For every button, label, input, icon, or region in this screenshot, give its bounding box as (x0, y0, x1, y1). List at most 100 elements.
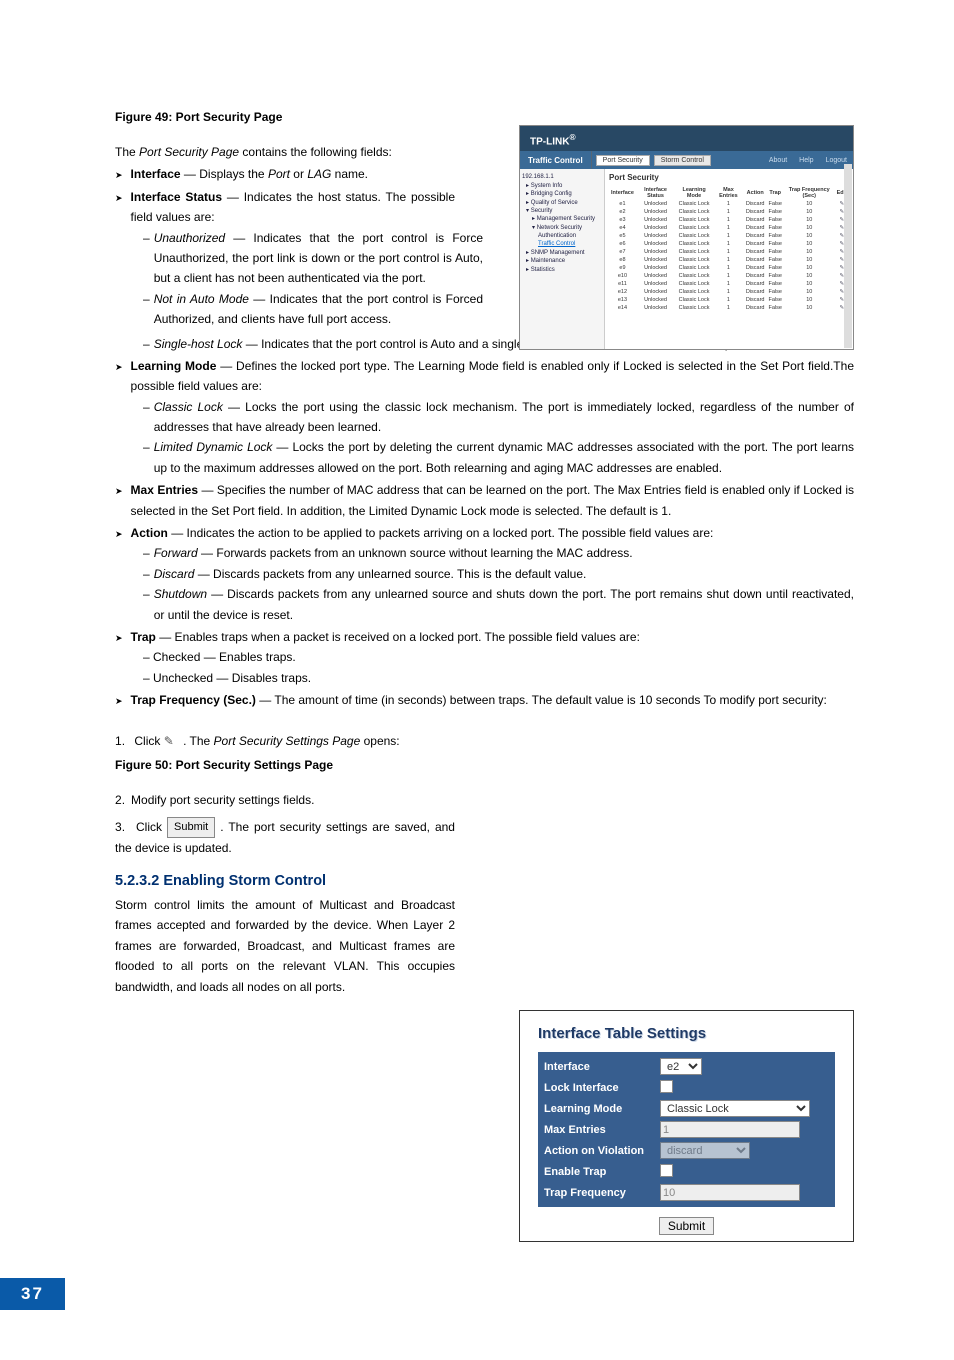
table-cell: 10 (784, 224, 835, 232)
shutdown-desc: — Discards packets from any unlearned so… (154, 587, 854, 621)
table-cell: e14 (609, 304, 636, 312)
table-cell: e12 (609, 288, 636, 296)
checkbox-enable-trap[interactable] (660, 1164, 673, 1177)
page-number: 37 (0, 1278, 65, 1310)
table-cell: 1 (713, 280, 744, 288)
port-security-table: InterfaceInterface StatusLearning ModeMa… (609, 186, 849, 312)
interface-desc: — Displays the Port or LAG name. (181, 167, 368, 181)
table-cell: Unlocked (636, 200, 675, 208)
screenshot-interface-table-settings: Interface Table Settings Interface e2 Lo… (519, 1010, 854, 1242)
panel-title: Port Security (609, 173, 849, 182)
dialog-title: Interface Table Settings (538, 1025, 835, 1042)
table-cell: Classic Lock (675, 232, 713, 240)
table-cell: Discard (744, 304, 767, 312)
label-lock-interface: Lock Interface (540, 1082, 660, 1094)
table-cell: Discard (744, 216, 767, 224)
table-cell: Classic Lock (675, 240, 713, 248)
select-action-on-violation[interactable]: discard (660, 1142, 750, 1159)
table-cell: Unlocked (636, 240, 675, 248)
table-cell: Unlocked (636, 216, 675, 224)
table-row: e14UnlockedClassic Lock1DiscardFalse10✎ (609, 304, 849, 312)
tree-statistics[interactable]: ▸ Statistics (522, 266, 602, 274)
table-cell: False (766, 256, 783, 264)
table-cell: False (766, 280, 783, 288)
submit-button[interactable]: Submit (659, 1217, 714, 1235)
intro-prefix: The Port Security Page contains the foll… (115, 145, 392, 159)
link-logout[interactable]: Logout (820, 157, 853, 164)
trap-desc: — Enables traps when a packet is receive… (156, 630, 640, 644)
table-cell: Classic Lock (675, 200, 713, 208)
table-cell: Discard (744, 288, 767, 296)
dash-icon: – (143, 228, 150, 248)
table-cell: Discard (744, 224, 767, 232)
tab-port-security[interactable]: Port Security (596, 155, 650, 166)
tree-traffic-control[interactable]: Traffic Control (522, 240, 602, 248)
checkbox-lock-interface[interactable] (660, 1080, 673, 1093)
dash-icon: – (143, 543, 150, 563)
tree-snmp[interactable]: ▸ SNMP Management (522, 249, 602, 257)
table-cell: 10 (784, 264, 835, 272)
table-row: e9UnlockedClassic Lock1DiscardFalse10✎ (609, 264, 849, 272)
table-cell: False (766, 224, 783, 232)
table-cell: 10 (784, 232, 835, 240)
tree-authentication[interactable]: Authentication (522, 232, 602, 240)
dash-icon: – (143, 334, 150, 354)
tree-system[interactable]: ▸ System Info (522, 182, 602, 190)
table-cell: False (766, 208, 783, 216)
table-cell: False (766, 248, 783, 256)
table-cell: Classic Lock (675, 272, 713, 280)
bullet-icon (115, 359, 123, 376)
tree-bridging[interactable]: ▸ Bridging Config (522, 190, 602, 198)
table-cell: Unlocked (636, 288, 675, 296)
bullet-icon (115, 167, 123, 184)
tree-root[interactable]: 192.168.1.1 (522, 173, 602, 181)
pencil-icon (164, 733, 180, 745)
label-trap-frequency: Trap Frequency (540, 1187, 660, 1199)
maxentries-desc: — Specifies the number of MAC address th… (131, 483, 854, 517)
table-row: e2UnlockedClassic Lock1DiscardFalse10✎ (609, 208, 849, 216)
table-cell: e10 (609, 272, 636, 280)
label-learning-mode: Learning Mode (540, 1103, 660, 1115)
table-cell: 1 (713, 288, 744, 296)
value-shutdown: Shutdown (154, 587, 207, 601)
field-learning-mode: Learning Mode (131, 359, 217, 373)
table-cell: Discard (744, 296, 767, 304)
scrollbar[interactable] (844, 164, 852, 348)
table-cell: 1 (713, 200, 744, 208)
label-action-on-violation: Action on Violation (540, 1145, 660, 1157)
table-cell: e5 (609, 232, 636, 240)
link-help[interactable]: Help (793, 157, 819, 164)
tree-network-security[interactable]: ▾ Network Security (522, 224, 602, 232)
table-cell: Classic Lock (675, 256, 713, 264)
input-max-entries[interactable] (660, 1121, 800, 1138)
table-row: e6UnlockedClassic Lock1DiscardFalse10✎ (609, 240, 849, 248)
table-cell: 1 (713, 256, 744, 264)
tree-security[interactable]: ▾ Security (522, 207, 602, 215)
step-2: Modify port security settings fields. (115, 790, 455, 811)
table-header: Action (744, 186, 767, 200)
table-cell: e3 (609, 216, 636, 224)
table-cell: e9 (609, 264, 636, 272)
trapfreq-desc: — The amount of time (in seconds) betwee… (256, 693, 827, 707)
table-cell: 10 (784, 200, 835, 208)
table-cell: False (766, 296, 783, 304)
table-cell: 1 (713, 208, 744, 216)
tree-qos[interactable]: ▸ Quality of Service (522, 199, 602, 207)
select-interface[interactable]: e2 (660, 1058, 702, 1075)
table-cell: Classic Lock (675, 264, 713, 272)
table-row: e8UnlockedClassic Lock1DiscardFalse10✎ (609, 256, 849, 264)
tree-maintenance[interactable]: ▸ Maintenance (522, 257, 602, 265)
nav-tree[interactable]: 192.168.1.1 ▸ System Info ▸ Bridging Con… (520, 169, 605, 350)
table-cell: False (766, 304, 783, 312)
tree-mgmt-security[interactable]: ▸ Management Security (522, 215, 602, 223)
input-trap-frequency[interactable] (660, 1184, 800, 1201)
table-cell: 10 (784, 304, 835, 312)
field-trap-frequency: Trap Frequency (Sec.) (131, 693, 256, 707)
link-about[interactable]: About (763, 157, 793, 164)
value-single-host: Single-host Lock (154, 337, 243, 351)
table-cell: 1 (713, 248, 744, 256)
table-row: e4UnlockedClassic Lock1DiscardFalse10✎ (609, 224, 849, 232)
select-learning-mode[interactable]: Classic Lock (660, 1100, 810, 1117)
tab-storm-control[interactable]: Storm Control (654, 155, 711, 166)
dash-icon: – (143, 564, 150, 584)
